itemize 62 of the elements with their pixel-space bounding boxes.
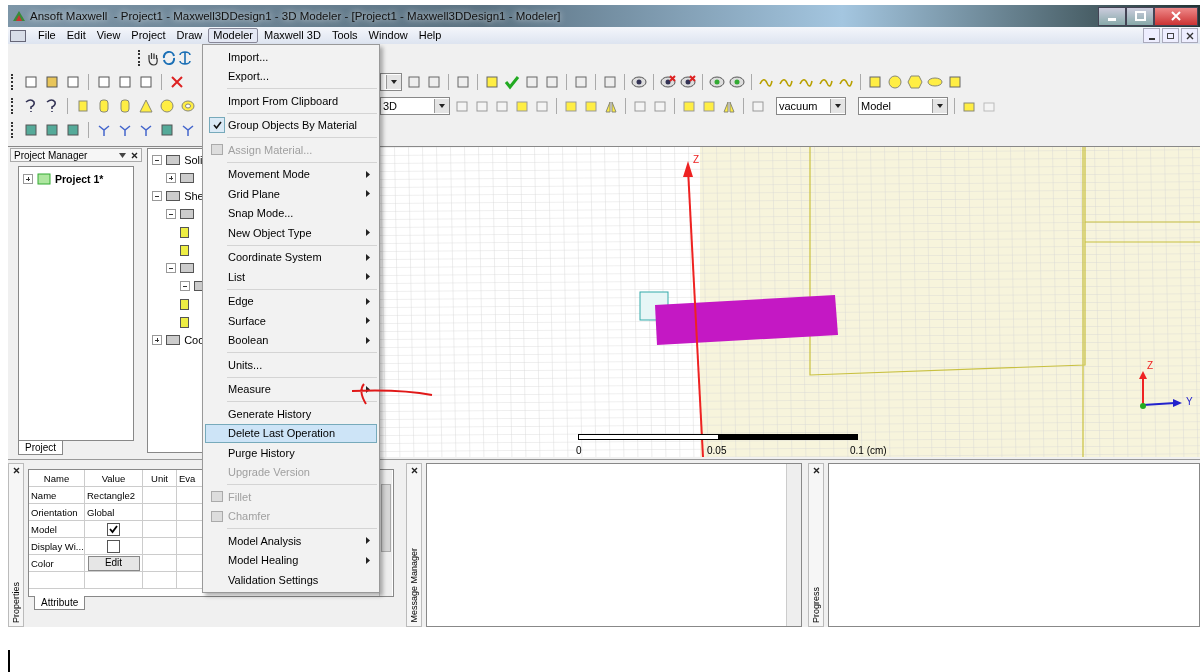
menu-item[interactable]: Edge (205, 291, 377, 311)
table-cell: Rectangle2 (87, 489, 136, 501)
menu-item[interactable]: Validation Settings (205, 570, 377, 590)
menu-item[interactable]: Project (126, 28, 171, 43)
tree-item[interactable]: She (184, 190, 204, 202)
menu-item[interactable]: Model Healing (205, 550, 377, 570)
tree-item[interactable]: Project 1* (55, 173, 104, 185)
scale-label: 0.05 (707, 445, 727, 456)
panel-tab[interactable]: Project (18, 441, 64, 455)
menu-item[interactable]: Movement Mode (205, 164, 377, 184)
menu-item[interactable]: Units... (205, 355, 377, 375)
menu-item[interactable]: Edit (61, 28, 91, 43)
material-dropdown[interactable]: vacuum (776, 96, 846, 115)
menu-item[interactable]: Modeler (208, 28, 259, 43)
model-dropdown[interactable]: Model (858, 96, 948, 115)
tree-item[interactable]: Soli (184, 154, 203, 166)
edit-button[interactable]: Edit (87, 555, 140, 571)
view-dropdown[interactable]: 3D (380, 96, 450, 115)
3d-viewport[interactable]: Z 0 0.05 0.1 (cm) Z Y (380, 147, 1200, 457)
column-header[interactable]: Unit (143, 470, 177, 486)
menu-item[interactable]: List (205, 267, 377, 287)
panel-label: Properties (11, 581, 21, 623)
menu-item[interactable]: Group Objects By Material (205, 115, 377, 135)
column-header[interactable]: Value (85, 470, 143, 486)
panel-tab[interactable]: Attribute (34, 596, 86, 610)
menu-item[interactable]: Surface (205, 311, 377, 331)
menu-item[interactable]: Window (363, 28, 413, 43)
menu-item[interactable]: Import From Clipboard (205, 91, 377, 111)
menu-item[interactable]: Generate History (205, 404, 377, 424)
panel-label: Message Manager (409, 548, 419, 623)
menu-item[interactable]: Coordinate System (205, 247, 377, 267)
table-cell: Name (29, 487, 85, 503)
axis-label: Z (1147, 360, 1154, 371)
table-cell: Model (29, 521, 85, 537)
table-cell: Global (87, 506, 115, 518)
menu-item[interactable]: Import... (205, 47, 377, 67)
menu-item[interactable]: Tools (326, 28, 363, 43)
panel-title: Project Manager (14, 149, 88, 161)
table-cell: Display Wi... (29, 538, 85, 554)
table-cell: Orientation (29, 504, 85, 520)
menu-item[interactable]: Maxwell 3D (259, 28, 326, 43)
axis-label: Y (1186, 396, 1193, 407)
scale-label: 0 (576, 445, 582, 456)
menu-item[interactable]: Export... (205, 66, 377, 86)
menu-item[interactable]: File (33, 28, 61, 43)
window-title: Ansoft Maxwell - Project1 - Maxwell3DDesign1 - 3D Modeler - [Project1 - Maxwell3DDesign1 - Modeler] (30, 10, 561, 22)
menu-item[interactable]: View (91, 28, 126, 43)
menu-item[interactable]: Grid Plane (205, 184, 377, 204)
menu-item[interactable]: Model Analysis (205, 531, 377, 551)
table-cell: Color (29, 555, 85, 571)
column-header[interactable]: Name (29, 470, 85, 486)
menu-item[interactable]: Snap Mode... (205, 203, 377, 223)
menu-item[interactable]: Boolean (205, 330, 377, 350)
menu-item[interactable]: New Object Type (205, 223, 377, 243)
menu-item[interactable]: Help (413, 28, 447, 43)
panel-label: Progress (811, 587, 821, 623)
axis-label: Z (693, 154, 700, 165)
menu-item[interactable]: Measure (205, 379, 377, 399)
scale-label: 0.1 (cm) (850, 445, 887, 456)
menu-item[interactable]: Delete Last Operation (205, 423, 377, 443)
menu-item[interactable]: Draw (171, 28, 208, 43)
menu-item[interactable]: Purge History (205, 443, 377, 463)
